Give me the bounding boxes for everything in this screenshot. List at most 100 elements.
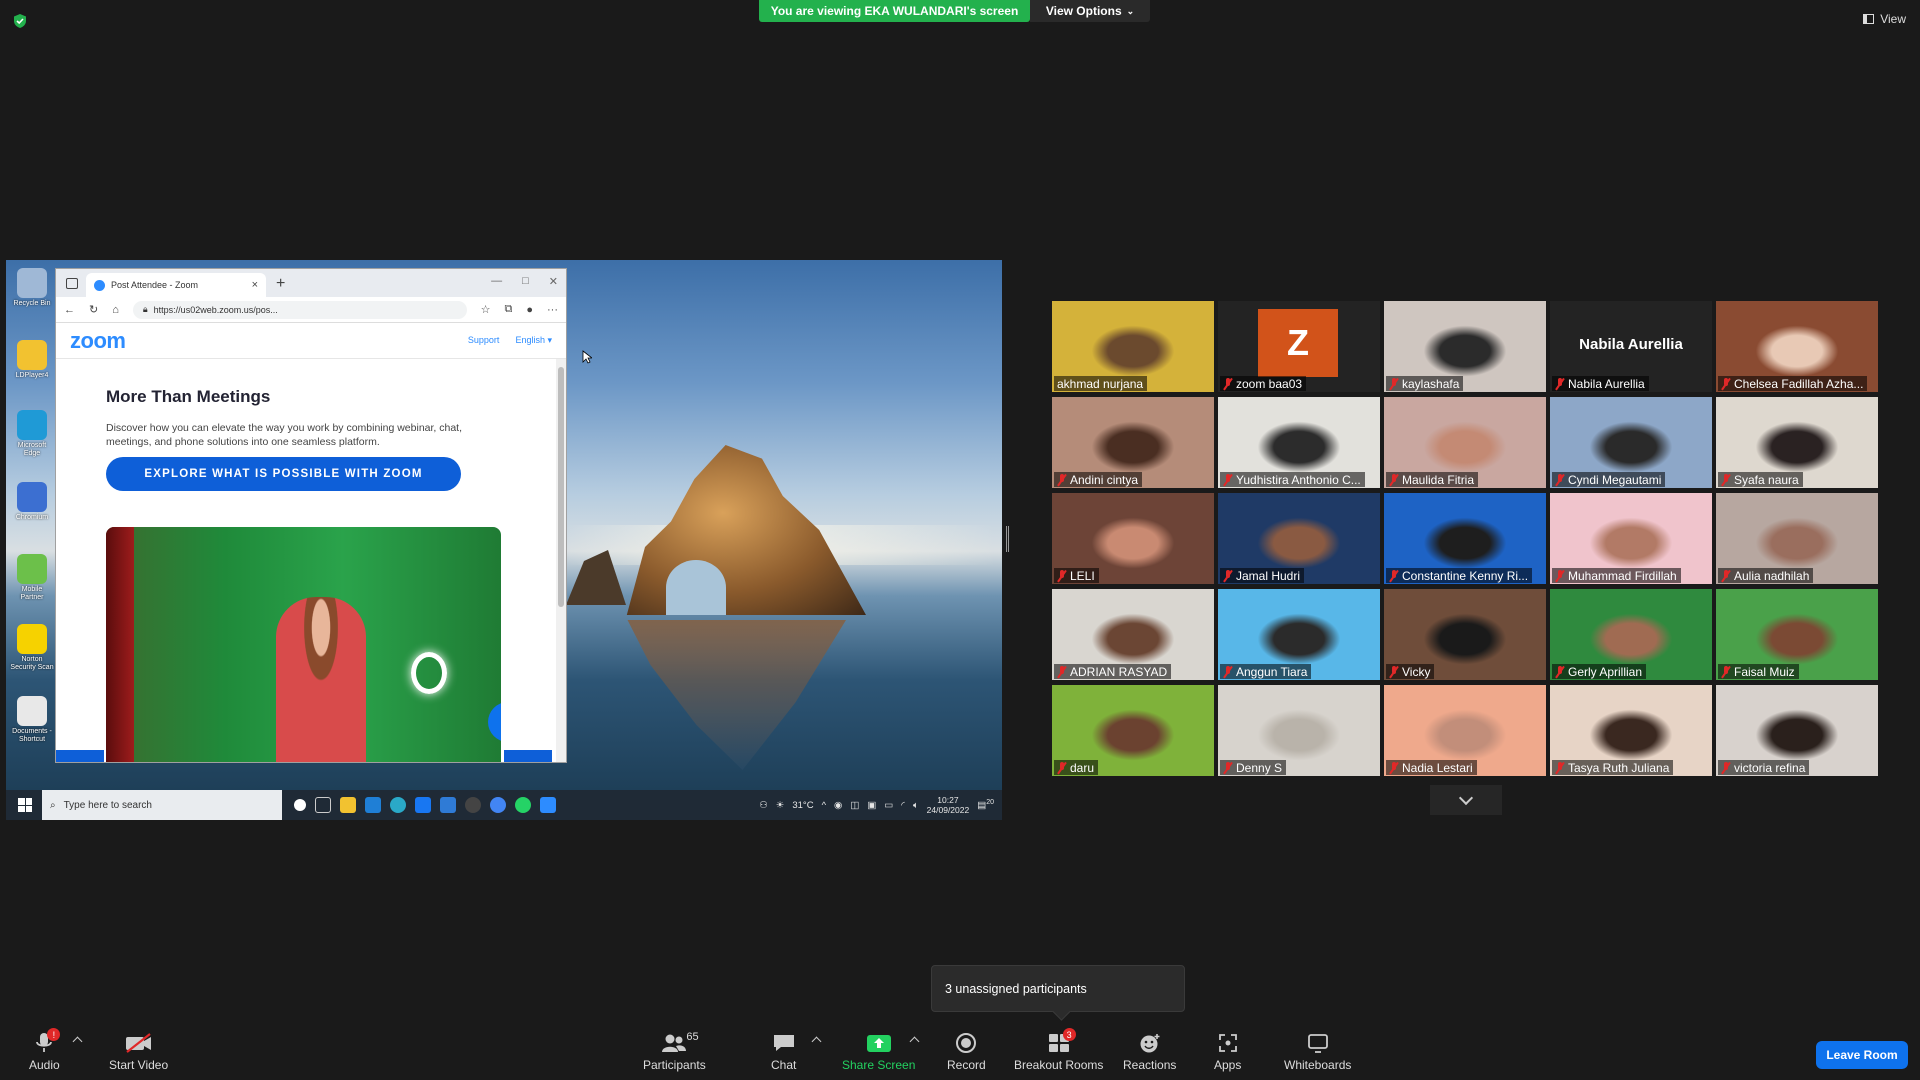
participant-tile[interactable]: Vicky bbox=[1384, 589, 1546, 680]
taskbar-search[interactable]: ⌕ Type here to search bbox=[42, 790, 282, 820]
tray-app-icon[interactable]: ◉ bbox=[834, 800, 842, 811]
minimize-icon[interactable]: — bbox=[491, 275, 502, 288]
view-options-button[interactable]: View Options ⌄ bbox=[1030, 0, 1150, 22]
more-icon[interactable]: ··· bbox=[547, 304, 558, 316]
home-icon[interactable]: ⌂ bbox=[112, 304, 119, 316]
participants-button[interactable]: 65 Participants bbox=[643, 1030, 706, 1072]
refresh-icon[interactable]: ↻ bbox=[89, 303, 98, 316]
facebook-icon[interactable] bbox=[415, 797, 431, 813]
participant-tile[interactable]: akhmad nurjana bbox=[1052, 301, 1214, 392]
participant-tile[interactable]: Faisal Muiz bbox=[1716, 589, 1878, 680]
close-window-icon[interactable]: ✕ bbox=[549, 275, 558, 288]
browser-scrollbar[interactable] bbox=[556, 359, 566, 762]
desktop-icon[interactable]: Chromium bbox=[10, 482, 54, 522]
participant-tile[interactable]: Jamal Hudri bbox=[1218, 493, 1380, 584]
windows-start-icon[interactable] bbox=[18, 798, 32, 812]
desktop-icon[interactable]: Documents - Shortcut bbox=[10, 696, 54, 744]
close-tab-icon[interactable]: × bbox=[252, 279, 258, 291]
chat-bubble-icon[interactable] bbox=[488, 702, 501, 742]
support-link[interactable]: Support bbox=[468, 335, 500, 346]
media-icon[interactable] bbox=[465, 797, 481, 813]
store-icon[interactable] bbox=[440, 797, 456, 813]
participant-tile[interactable]: Anggun Tiara bbox=[1218, 589, 1380, 680]
view-button[interactable]: View bbox=[1863, 12, 1906, 26]
notifications-icon[interactable]: ▤20 bbox=[977, 799, 994, 811]
participant-tile[interactable]: Zzoom baa03 bbox=[1218, 301, 1380, 392]
participant-tile[interactable]: Nadia Lestari bbox=[1384, 685, 1546, 776]
tab-actions-icon[interactable] bbox=[66, 278, 78, 289]
people-icon[interactable]: ⚇ bbox=[759, 800, 768, 811]
explore-zoom-button[interactable]: EXPLORE WHAT IS POSSIBLE WITH ZOOM bbox=[106, 457, 461, 491]
security-shield-icon[interactable] bbox=[12, 13, 28, 29]
whatsapp-icon[interactable] bbox=[515, 797, 531, 813]
participant-tile[interactable]: Tasya Ruth Juliana bbox=[1550, 685, 1712, 776]
zoom-logo[interactable]: zoom bbox=[70, 328, 126, 354]
browser-tab[interactable]: Post Attendee - Zoom × bbox=[86, 273, 266, 297]
participant-tile[interactable]: victoria refina bbox=[1716, 685, 1878, 776]
reactions-button[interactable]: Reactions bbox=[1123, 1030, 1176, 1072]
breakout-rooms-button[interactable]: 3 Breakout Rooms bbox=[1014, 1028, 1103, 1072]
tray-camera-icon[interactable]: ◫ bbox=[850, 800, 859, 811]
audio-button[interactable]: ! Audio bbox=[29, 1028, 61, 1072]
participant-tile[interactable]: daru bbox=[1052, 685, 1214, 776]
leave-room-button[interactable]: Leave Room bbox=[1816, 1041, 1908, 1069]
cortana-icon[interactable] bbox=[294, 799, 306, 811]
scrollbar-thumb[interactable] bbox=[558, 367, 564, 607]
participant-name-tag: Faisal Muiz bbox=[1718, 664, 1799, 679]
desktop-icon[interactable]: LDPlayer4 bbox=[10, 340, 54, 380]
language-selector[interactable]: English ▾ bbox=[515, 335, 552, 346]
desktop-icon[interactable]: Mobile Partner bbox=[10, 554, 54, 602]
browser-window[interactable]: Post Attendee - Zoom × + — □ ✕ ← ↻ ⌂ 🔒︎ … bbox=[55, 268, 567, 763]
zoom-taskbar-icon[interactable] bbox=[540, 797, 556, 813]
new-tab-icon[interactable]: + bbox=[276, 275, 285, 293]
tray-display-icon[interactable]: ▣ bbox=[867, 800, 876, 811]
participant-tile[interactable]: Syafa naura bbox=[1716, 397, 1878, 488]
participant-tile[interactable]: kaylashafa bbox=[1384, 301, 1546, 392]
split-view-divider[interactable] bbox=[1006, 526, 1009, 552]
file-explorer-icon[interactable] bbox=[340, 797, 356, 813]
participant-tile[interactable]: Yudhistira Anthonio C... bbox=[1218, 397, 1380, 488]
chrome-icon[interactable] bbox=[490, 797, 506, 813]
tray-chevron-icon[interactable]: ^ bbox=[822, 800, 826, 811]
collections-icon[interactable]: ⧉ bbox=[504, 303, 512, 316]
participant-tile[interactable]: Nabila Aurellia Nabila Aurellia bbox=[1550, 301, 1712, 392]
wifi-icon[interactable]: ◜ bbox=[901, 800, 905, 811]
weather-temp[interactable]: 31°C bbox=[792, 800, 813, 811]
gallery-next-page-button[interactable] bbox=[1430, 785, 1502, 815]
audio-options-caret[interactable] bbox=[72, 1036, 83, 1047]
participant-tile[interactable]: ADRIAN RASYAD bbox=[1052, 589, 1214, 680]
back-icon[interactable]: ← bbox=[64, 304, 75, 316]
start-video-button[interactable]: Start Video bbox=[109, 1030, 168, 1072]
mail-icon[interactable] bbox=[365, 797, 381, 813]
participant-tile[interactable]: LELI bbox=[1052, 493, 1214, 584]
chat-button[interactable]: Chat bbox=[771, 1030, 796, 1072]
participant-tile[interactable]: Maulida Fitria bbox=[1384, 397, 1546, 488]
participant-tile[interactable]: Muhammad Firdillah bbox=[1550, 493, 1712, 584]
url-field[interactable]: 🔒︎ https://us02web.zoom.us/pos... bbox=[132, 300, 467, 319]
task-view-icon[interactable] bbox=[315, 797, 331, 813]
shared-screen[interactable]: Recycle Bin LDPlayer4 Microsoft Edge Chromi… bbox=[6, 260, 1002, 820]
record-button[interactable]: Record bbox=[947, 1030, 986, 1072]
edge-icon[interactable] bbox=[390, 797, 406, 813]
battery-icon[interactable]: ▭ bbox=[884, 800, 893, 811]
desktop-icon[interactable]: Microsoft Edge bbox=[10, 410, 54, 458]
desktop-icon[interactable]: Norton Security Scan bbox=[10, 624, 54, 672]
participant-tile[interactable]: Cyndi Megautami bbox=[1550, 397, 1712, 488]
participant-tile[interactable]: Aulia nadhilah bbox=[1716, 493, 1878, 584]
participant-name: Maulida Fitria bbox=[1402, 472, 1475, 487]
apps-button[interactable]: Apps bbox=[1214, 1030, 1241, 1072]
volume-icon[interactable]: 🔈︎ bbox=[913, 800, 919, 811]
participant-tile[interactable]: Gerly Aprillian bbox=[1550, 589, 1712, 680]
taskbar-clock[interactable]: 10:27 24/09/2022 bbox=[927, 795, 970, 815]
chat-options-caret[interactable] bbox=[811, 1036, 822, 1047]
favorites-icon[interactable]: ☆ bbox=[481, 303, 491, 316]
participant-tile[interactable]: Denny S bbox=[1218, 685, 1380, 776]
desktop-icon[interactable]: Recycle Bin bbox=[10, 268, 54, 308]
maximize-icon[interactable]: □ bbox=[522, 275, 529, 288]
participant-tile[interactable]: Andini cintya bbox=[1052, 397, 1214, 488]
participant-tile[interactable]: Chelsea Fadillah Azha... bbox=[1716, 301, 1878, 392]
share-screen-button[interactable]: Share Screen bbox=[842, 1030, 915, 1072]
whiteboards-button[interactable]: Whiteboards bbox=[1284, 1030, 1351, 1072]
participant-tile[interactable]: Constantine Kenny Ri... bbox=[1384, 493, 1546, 584]
profile-icon[interactable]: ● bbox=[526, 304, 533, 316]
